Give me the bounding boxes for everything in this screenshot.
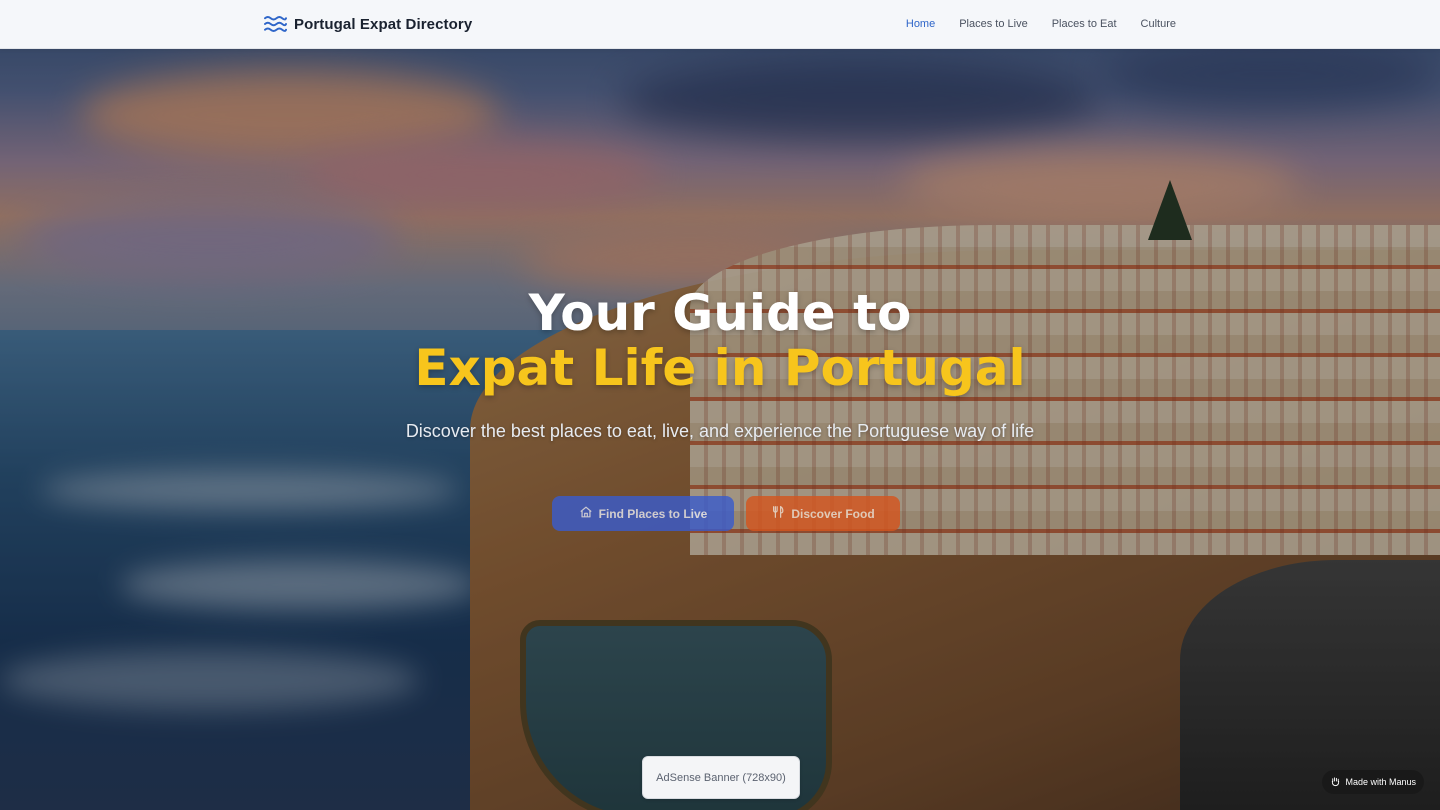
headline-line-2: Expat Life in Portugal — [414, 339, 1026, 397]
brand[interactable]: Portugal Expat Directory — [264, 15, 472, 33]
made-with-manus-label: Made with Manus — [1345, 777, 1416, 787]
header-inner: Portugal Expat Directory Home Places to … — [264, 0, 1176, 48]
made-with-manus-badge[interactable]: Made with Manus — [1322, 770, 1424, 794]
hero-subtitle: Discover the best places to eat, live, a… — [405, 421, 1035, 441]
nav-places-to-eat[interactable]: Places to Eat — [1052, 18, 1117, 30]
headline-line-1: Your Guide to — [528, 284, 912, 342]
discover-food-label: Discover Food — [791, 506, 875, 521]
nav-culture[interactable]: Culture — [1141, 18, 1176, 30]
home-icon — [579, 505, 593, 522]
adsense-banner[interactable]: AdSense Banner (728x90) — [642, 756, 800, 799]
manus-hand-icon — [1330, 776, 1341, 789]
cta-row: Find Places to Live Discover Food — [0, 496, 1440, 531]
brand-title: Portugal Expat Directory — [294, 15, 473, 33]
nav-home[interactable]: Home — [906, 18, 935, 30]
utensils-icon — [771, 505, 785, 522]
page: Portugal Expat Directory Home Places to … — [0, 0, 1440, 810]
nav-places-to-live[interactable]: Places to Live — [959, 18, 1027, 30]
hero: Your Guide to Expat Life in Portugal Dis… — [0, 48, 1440, 810]
site-header: Portugal Expat Directory Home Places to … — [0, 0, 1440, 49]
main-nav: Home Places to Live Places to Eat Cultur… — [906, 18, 1176, 30]
find-places-to-live-button[interactable]: Find Places to Live — [552, 496, 734, 531]
find-places-to-live-label: Find Places to Live — [598, 506, 708, 521]
waves-icon — [264, 15, 287, 33]
hero-headline: Your Guide to Expat Life in Portugal — [0, 286, 1440, 396]
discover-food-button[interactable]: Discover Food — [746, 496, 900, 531]
